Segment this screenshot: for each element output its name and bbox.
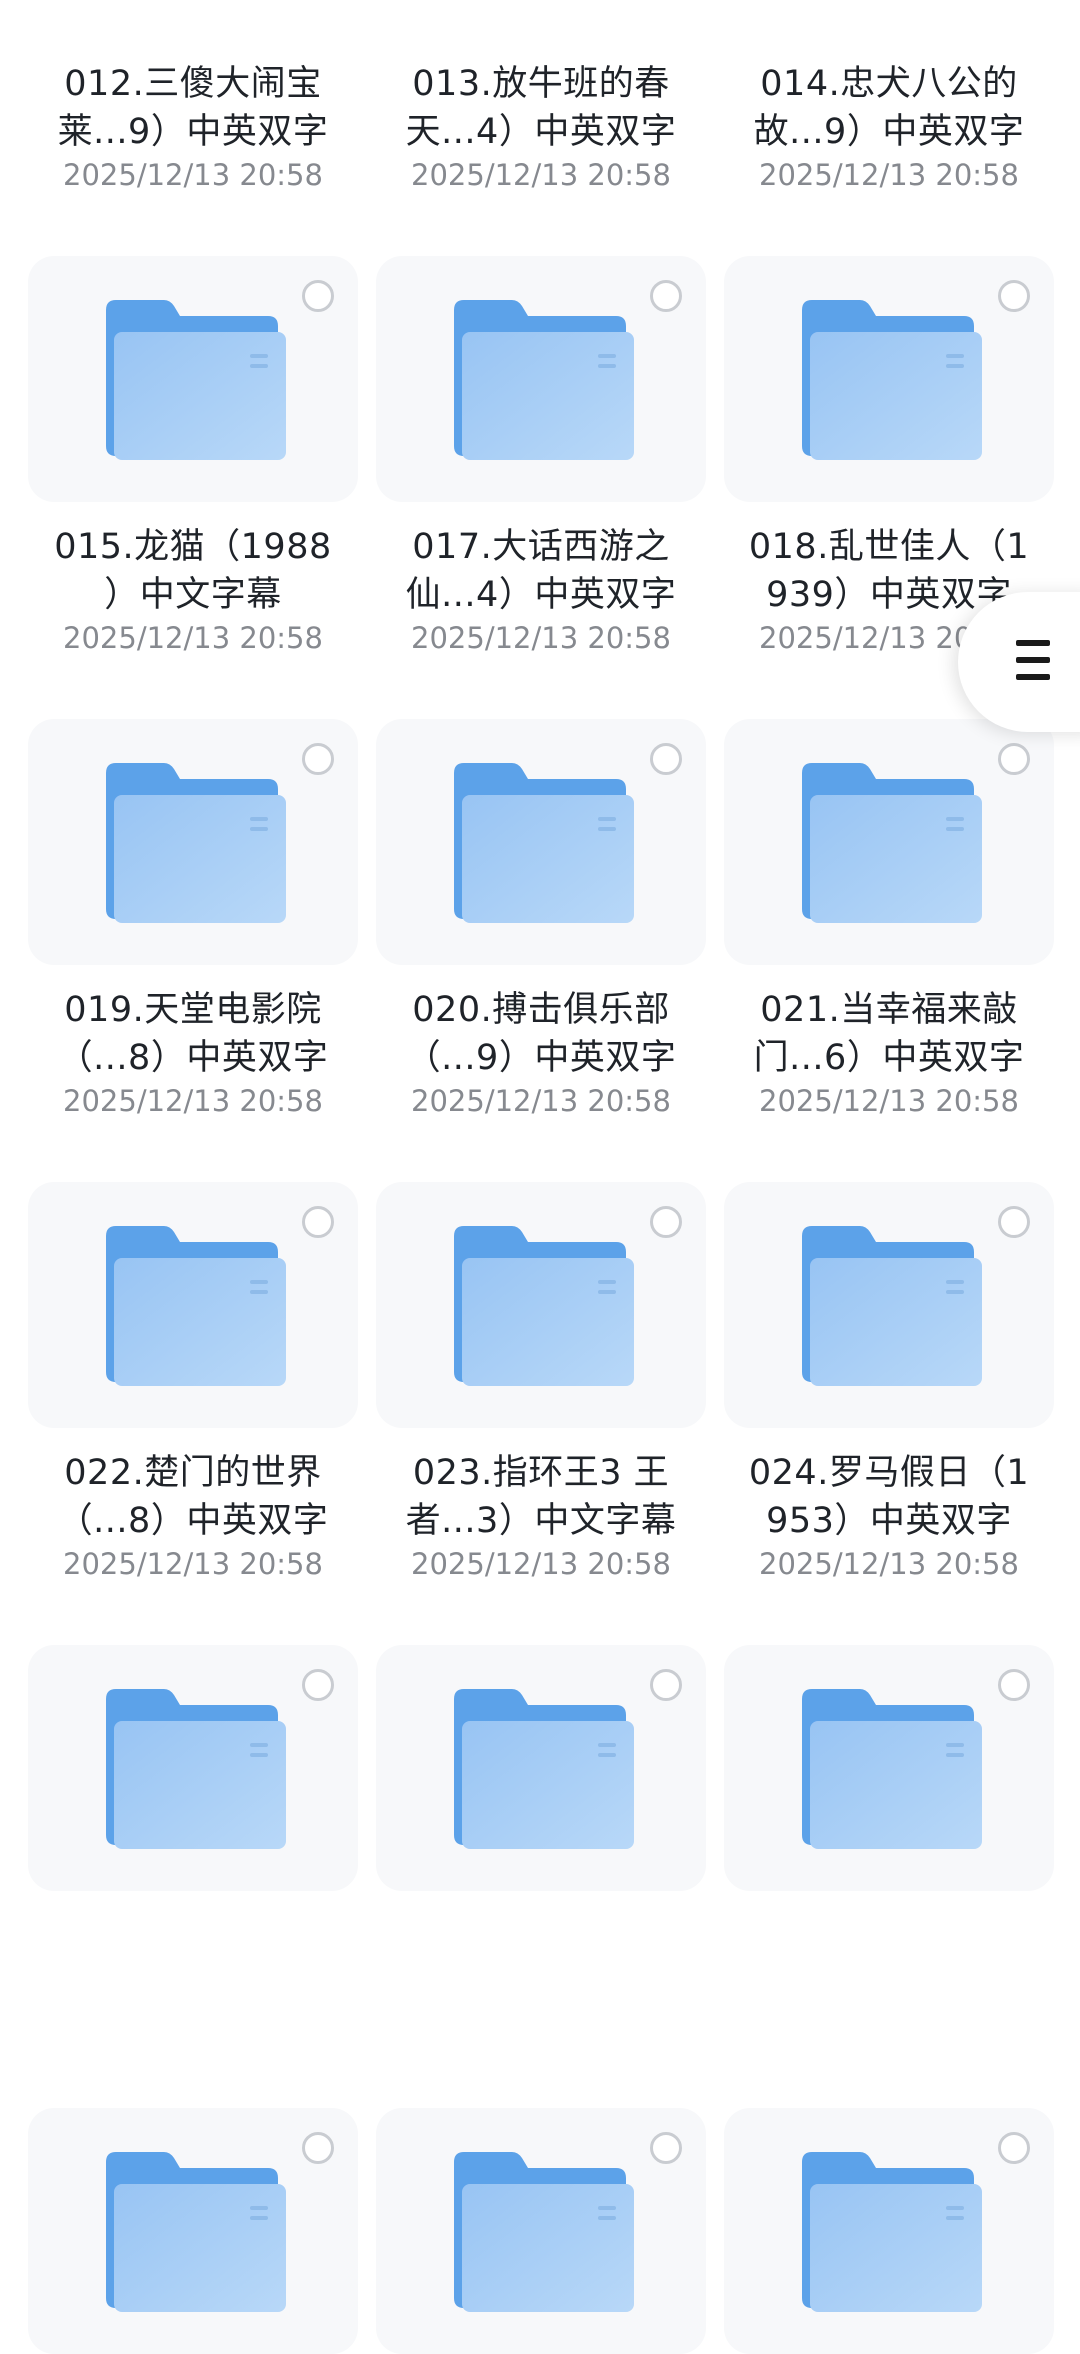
folder-name: 024.罗马假日（1 953）中英双字 xyxy=(748,1453,1030,1541)
folder-tile[interactable] xyxy=(376,2108,706,2354)
folder-tile[interactable] xyxy=(376,1645,706,1891)
folder-modified-date: 2025/12/13 20:58 xyxy=(63,158,323,192)
folder-modified-date: 2025/12/13 20:58 xyxy=(63,1547,323,1581)
folder-name: 013.放牛班的春 天...4）中英双字 xyxy=(405,64,677,152)
folder-tile[interactable] xyxy=(724,256,1054,502)
folder-icon xyxy=(448,1222,634,1390)
folder-tile[interactable] xyxy=(376,1182,706,1428)
select-radio-icon[interactable] xyxy=(302,1669,334,1701)
folder-tile[interactable] xyxy=(376,719,706,965)
folder-name: 021.当幸福来敲 门...6）中英双字 xyxy=(753,990,1025,1078)
folder-modified-date: 2025/12/13 20:58 xyxy=(63,621,323,655)
folder-caption[interactable]: 013.放牛班的春 天...4）中英双字 2025/12/13 20:58 xyxy=(376,60,706,194)
folder-tile[interactable] xyxy=(28,1182,358,1428)
folder-icon xyxy=(100,1222,286,1390)
folder-icon xyxy=(448,2148,634,2316)
folder-tile[interactable] xyxy=(28,2108,358,2354)
folder-caption[interactable]: 023.指环王3 王 者...3）中文字幕 2025/12/13 20:58 xyxy=(376,1449,706,1583)
folder-modified-date: 2025/12/13 20:58 xyxy=(759,158,1019,192)
select-radio-icon[interactable] xyxy=(302,280,334,312)
folder-modified-date: 2025/12/13 20:58 xyxy=(411,158,671,192)
folder-caption[interactable]: 014.忠犬八公的 故...9）中英双字 2025/12/13 20:58 xyxy=(724,60,1054,194)
folder-tile[interactable] xyxy=(28,1645,358,1891)
folder-caption[interactable]: 019.天堂电影院 （...8）中英双字 2025/12/13 20:58 xyxy=(28,986,358,1120)
folder-tile[interactable] xyxy=(28,256,358,502)
folder-caption[interactable]: 022.楚门的世界 （...8）中英双字 2025/12/13 20:58 xyxy=(28,1449,358,1583)
folder-grid: 012.三傻大闹宝 莱...9）中英双字 2025/12/13 20:58 013.… xyxy=(0,0,1080,2354)
folder-icon xyxy=(100,759,286,927)
folder-icon xyxy=(448,296,634,464)
select-radio-icon[interactable] xyxy=(998,2132,1030,2164)
folder-tile[interactable] xyxy=(724,1645,1054,1891)
select-radio-icon[interactable] xyxy=(650,1669,682,1701)
select-radio-icon[interactable] xyxy=(302,2132,334,2164)
folder-caption[interactable]: 017.大话西游之 仙...4）中英双字 2025/12/13 20:58 xyxy=(376,523,706,657)
folder-caption[interactable]: 021.当幸福来敲 门...6）中英双字 2025/12/13 20:58 xyxy=(724,986,1054,1120)
select-radio-icon[interactable] xyxy=(302,743,334,775)
folder-icon xyxy=(100,1685,286,1853)
folder-icon xyxy=(100,296,286,464)
folder-icon xyxy=(796,1222,982,1390)
folder-modified-date: 2025/12/13 20:58 xyxy=(411,1084,671,1118)
folder-name: 019.天堂电影院 （...8）中英双字 xyxy=(57,990,329,1078)
select-radio-icon[interactable] xyxy=(650,743,682,775)
folder-icon xyxy=(100,2148,286,2316)
folder-modified-date: 2025/12/13 20:58 xyxy=(759,1084,1019,1118)
folder-tile[interactable] xyxy=(724,2108,1054,2354)
folder-name: 014.忠犬八公的 故...9）中英双字 xyxy=(753,64,1025,152)
folder-name: 020.搏击俱乐部 （...9）中英双字 xyxy=(405,990,677,1078)
folder-tile[interactable] xyxy=(28,719,358,965)
folder-tile[interactable] xyxy=(724,719,1054,965)
select-radio-icon[interactable] xyxy=(998,280,1030,312)
select-radio-icon[interactable] xyxy=(302,1206,334,1238)
folder-caption[interactable]: 015.龙猫（1988 ）中文字幕 2025/12/13 20:58 xyxy=(28,523,358,657)
folder-name: 015.龙猫（1988 ）中文字幕 xyxy=(54,527,332,615)
select-radio-icon[interactable] xyxy=(998,1669,1030,1701)
folder-caption[interactable]: 020.搏击俱乐部 （...9）中英双字 2025/12/13 20:58 xyxy=(376,986,706,1120)
folder-caption[interactable]: 012.三傻大闹宝 莱...9）中英双字 2025/12/13 20:58 xyxy=(28,60,358,194)
folder-name: 017.大话西游之 仙...4）中英双字 xyxy=(405,527,677,615)
folder-tile[interactable] xyxy=(376,256,706,502)
folder-modified-date: 2025/12/13 20:58 xyxy=(63,1084,323,1118)
select-radio-icon[interactable] xyxy=(998,743,1030,775)
folder-modified-date: 2025/12/13 20:58 xyxy=(759,1547,1019,1581)
folder-tile[interactable] xyxy=(724,1182,1054,1428)
select-radio-icon[interactable] xyxy=(650,280,682,312)
select-radio-icon[interactable] xyxy=(650,2132,682,2164)
folder-name: 012.三傻大闹宝 莱...9）中英双字 xyxy=(57,64,329,152)
folder-icon xyxy=(448,1685,634,1853)
folder-modified-date: 2025/12/13 20:58 xyxy=(411,621,671,655)
folder-icon xyxy=(796,1685,982,1853)
folder-name: 023.指环王3 王 者...3）中文字幕 xyxy=(405,1453,677,1541)
folder-icon xyxy=(796,296,982,464)
folder-modified-date: 2025/12/13 20:58 xyxy=(411,1547,671,1581)
folder-name: 022.楚门的世界 （...8）中英双字 xyxy=(57,1453,329,1541)
hamburger-menu-icon xyxy=(1016,640,1050,680)
select-radio-icon[interactable] xyxy=(650,1206,682,1238)
folder-icon xyxy=(796,759,982,927)
select-radio-icon[interactable] xyxy=(998,1206,1030,1238)
folder-caption[interactable]: 024.罗马假日（1 953）中英双字 2025/12/13 20:58 xyxy=(724,1449,1054,1583)
folder-icon xyxy=(448,759,634,927)
folder-icon xyxy=(796,2148,982,2316)
